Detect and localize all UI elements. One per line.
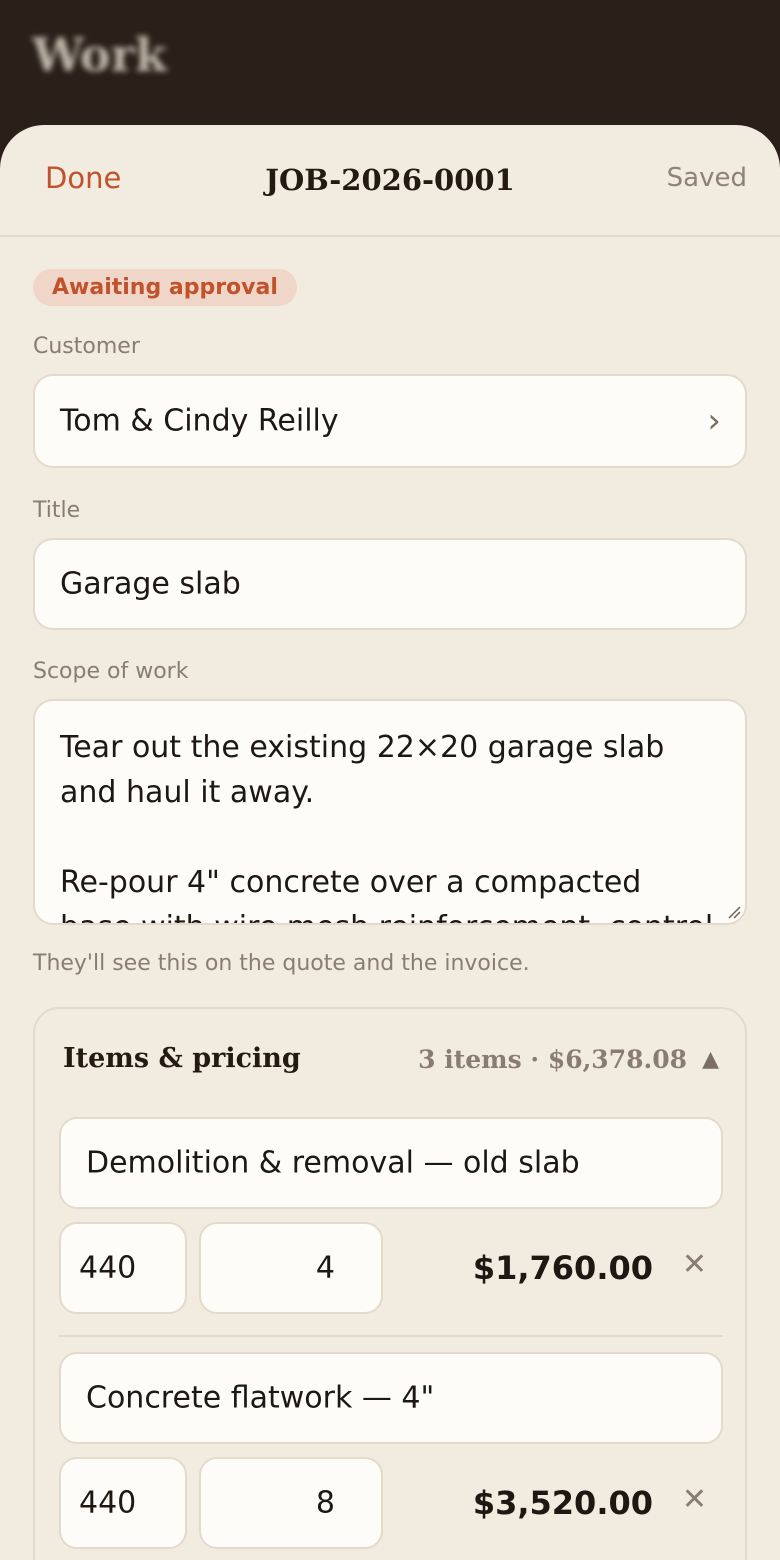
save-status: Saved [666,163,747,193]
sheet-header: Done JOB-2026-0001 Saved [0,125,780,237]
line-item-price: 8 [315,1485,335,1521]
resize-handle-icon[interactable] [727,905,741,919]
line-item-name-input[interactable]: Concrete flatwork — 4" [59,1352,723,1444]
title-input[interactable]: Garage slab [33,538,747,630]
remove-line-item-icon[interactable]: ✕ [682,1482,707,1517]
line-item-price-input[interactable]: 8 [199,1457,383,1549]
items-pricing-card: Items & pricing 3 items · $6,378.08 ▲ De… [33,1007,747,1560]
job-number-title: JOB-2026-0001 [265,163,515,197]
background-header: Work [0,0,780,140]
line-item-divider [59,1335,723,1337]
customer-picker[interactable]: Tom & Cindy Reilly › [33,374,747,468]
line-item-name: Concrete flatwork — 4" [86,1380,435,1416]
title-value: Garage slab [60,566,241,602]
customer-value: Tom & Cindy Reilly [60,403,339,439]
line-item-qty: 440 [79,1485,137,1521]
line-item-total: $3,520.00 [472,1484,653,1522]
scope-helper-text: They'll see this on the quote and the in… [33,951,530,976]
status-badge: Awaiting approval [33,269,297,306]
scope-text: Tear out the existing 22×20 garage slab … [60,730,713,923]
line-item-qty: 440 [79,1250,137,1286]
line-item-qty-input[interactable]: 440 [59,1457,187,1549]
line-item-qty-input[interactable]: 440 [59,1222,187,1314]
collapse-up-icon[interactable]: ▲ [702,1047,719,1072]
background-page-title: Work [32,28,167,82]
customer-label: Customer [33,334,140,359]
line-item-name: Demolition & removal — old slab [86,1145,580,1181]
line-item-name-input[interactable]: Demolition & removal — old slab [59,1117,723,1209]
items-title: Items & pricing [63,1043,301,1074]
scope-label: Scope of work [33,659,189,684]
line-item-price: 4 [315,1250,335,1286]
remove-line-item-icon[interactable]: ✕ [682,1247,707,1282]
items-summary[interactable]: 3 items · $6,378.08 [418,1045,687,1074]
line-item-price-input[interactable]: 4 [199,1222,383,1314]
title-label: Title [33,498,81,523]
chevron-right-icon: › [707,401,721,441]
scope-textarea[interactable]: Tear out the existing 22×20 garage slab … [33,699,747,925]
line-item-total: $1,760.00 [472,1249,653,1287]
job-editor-sheet: Done JOB-2026-0001 Saved Awaiting approv… [0,125,780,1560]
